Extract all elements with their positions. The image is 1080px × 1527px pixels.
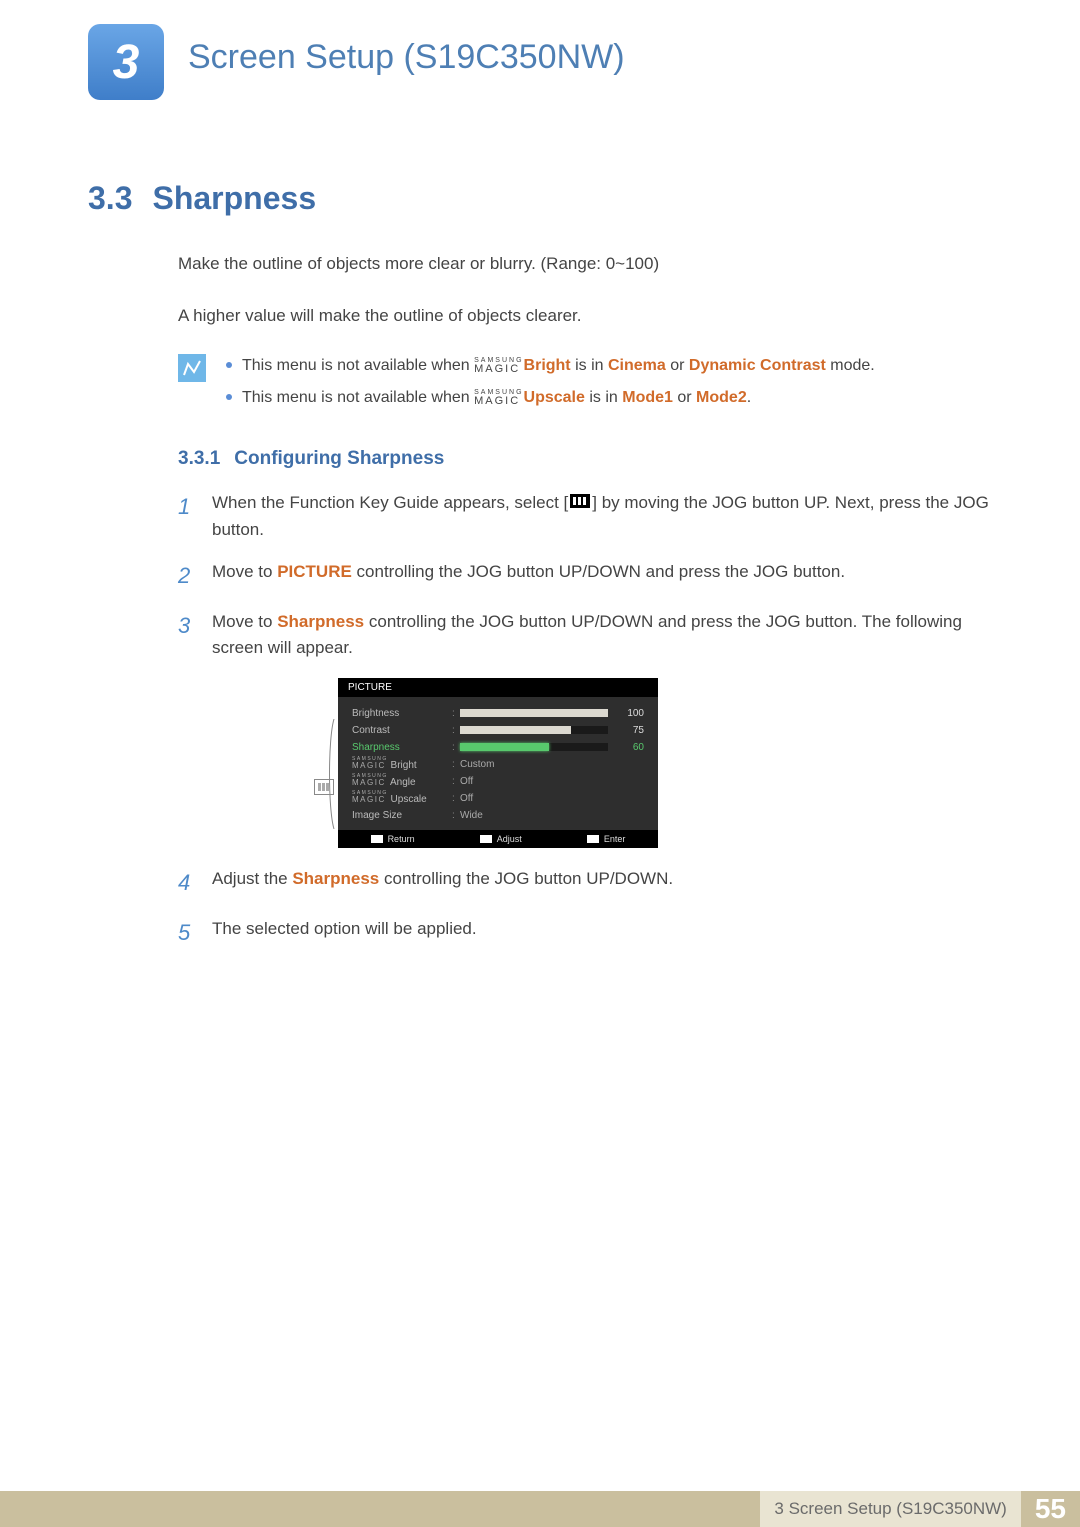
osd-screenshot: PICTURE Brightness : 100 Contrast : 75 — [338, 678, 658, 848]
step-number: 5 — [178, 916, 196, 950]
osd-row-magic-upscale: SAMSUNGMAGIC Upscale : Off — [352, 790, 644, 807]
osd-row-brightness: Brightness : 100 — [352, 705, 644, 722]
step-4-text: Adjust the Sharpness controlling the JOG… — [212, 866, 673, 900]
step-1-text: When the Function Key Guide appears, sel… — [212, 490, 998, 543]
osd-footer-return: Return — [371, 834, 415, 844]
note-item-1: This menu is not available when SAMSUNGM… — [242, 354, 875, 378]
bullet-icon — [226, 362, 232, 368]
step-3-text: Move to Sharpness controlling the JOG bu… — [212, 609, 998, 662]
osd-footer-adjust: Adjust — [480, 834, 522, 844]
osd-row-magic-angle: SAMSUNGMAGIC Angle : Off — [352, 773, 644, 790]
footer-page-number: 55 — [1021, 1491, 1080, 1527]
step-number: 4 — [178, 866, 196, 900]
step-number: 2 — [178, 559, 196, 593]
subsection-title: Configuring Sharpness — [234, 448, 444, 470]
osd-row-sharpness: Sharpness : 60 — [352, 739, 644, 756]
osd-footer-enter: Enter — [587, 834, 626, 844]
osd-title: PICTURE — [338, 678, 658, 697]
chapter-title: Screen Setup (S19C350NW) — [188, 38, 625, 77]
intro-paragraph-2: A higher value will make the outline of … — [178, 303, 998, 329]
osd-curve-icon — [326, 719, 336, 829]
osd-row-contrast: Contrast : 75 — [352, 722, 644, 739]
subsection-number: 3.3.1 — [178, 448, 220, 470]
footer-chapter-label: 3 Screen Setup (S19C350NW) — [760, 1491, 1020, 1527]
footer-bar — [0, 1491, 760, 1527]
step-number: 3 — [178, 609, 196, 662]
intro-paragraph-1: Make the outline of objects more clear o… — [178, 251, 998, 277]
section-title: Sharpness — [152, 180, 316, 217]
chapter-number-badge: 3 — [88, 24, 164, 100]
osd-side-menu-icon — [314, 779, 334, 795]
step-2-text: Move to PICTURE controlling the JOG butt… — [212, 559, 845, 593]
step-number: 1 — [178, 490, 196, 543]
bullet-icon — [226, 394, 232, 400]
section-number: 3.3 — [88, 180, 132, 217]
osd-row-image-size: Image Size : Wide — [352, 807, 644, 824]
step-5-text: The selected option will be applied. — [212, 916, 477, 950]
menu-icon — [570, 490, 590, 516]
osd-row-magic-bright: SAMSUNGMAGIC Bright : Custom — [352, 756, 644, 773]
note-item-2: This menu is not available when SAMSUNGM… — [242, 386, 751, 410]
note-icon — [178, 354, 206, 382]
